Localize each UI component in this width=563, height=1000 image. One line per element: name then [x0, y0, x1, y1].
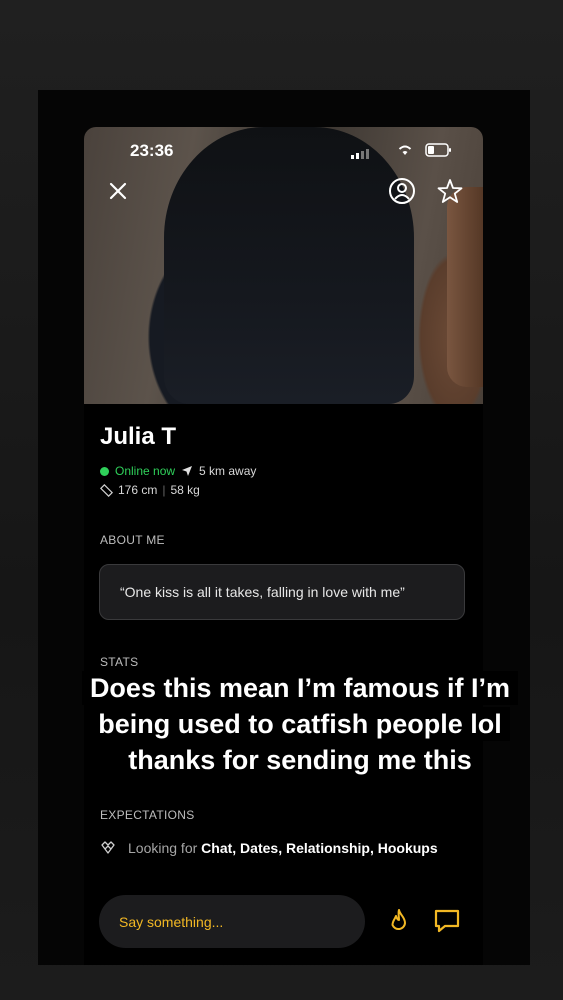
flame-icon[interactable] [386, 908, 412, 934]
expectations-label: EXPECTATIONS [100, 808, 195, 822]
status-bar: 23:36 [84, 127, 483, 171]
caption-line-3: thanks for sending me this [120, 743, 480, 777]
location-arrow-icon [182, 466, 193, 476]
photo-arm [447, 187, 483, 387]
online-status: Online now [115, 464, 176, 478]
distance: 5 km away [199, 464, 257, 478]
body-stats-row: 176 cm | 58 kg [100, 483, 200, 497]
about-label: ABOUT ME [100, 533, 165, 547]
star-icon[interactable] [436, 177, 464, 205]
wifi-icon [398, 145, 412, 155]
looking-values: Chat, Dates, Relationship, Hookups [201, 840, 438, 856]
separator: | [162, 483, 166, 497]
battery-icon [425, 143, 451, 157]
chat-icon[interactable] [433, 908, 461, 934]
looking-for-row: Looking for Chat, Dates, Relationship, H… [100, 840, 438, 856]
presence-row: Online now 5 km away [100, 464, 256, 478]
caption-line-1: Does this mean I’m famous if I’m [81, 671, 519, 705]
weight: 58 kg [170, 483, 200, 497]
profile-name: Julia T [100, 423, 177, 450]
ruler-icon [100, 483, 113, 497]
stats-label: STATS [100, 655, 139, 669]
close-icon[interactable] [106, 179, 130, 203]
caption-line-2: being used to catfish people lol [90, 707, 510, 741]
message-placeholder: Say something... [119, 913, 224, 930]
signal-icon [351, 149, 369, 159]
height: 176 cm [118, 483, 158, 497]
message-input[interactable]: Say something... [99, 895, 365, 948]
about-quote: “One kiss is all it takes, falling in lo… [120, 584, 405, 600]
about-box: “One kiss is all it takes, falling in lo… [99, 564, 465, 620]
story-caption: Does this mean I’m famous if I’m being u… [54, 670, 546, 778]
profile-icon[interactable] [388, 177, 416, 205]
looking-prefix: Looking for [128, 840, 198, 856]
status-time: 23:36 [130, 141, 174, 160]
online-dot [100, 466, 109, 476]
handshake-icon [101, 841, 115, 854]
